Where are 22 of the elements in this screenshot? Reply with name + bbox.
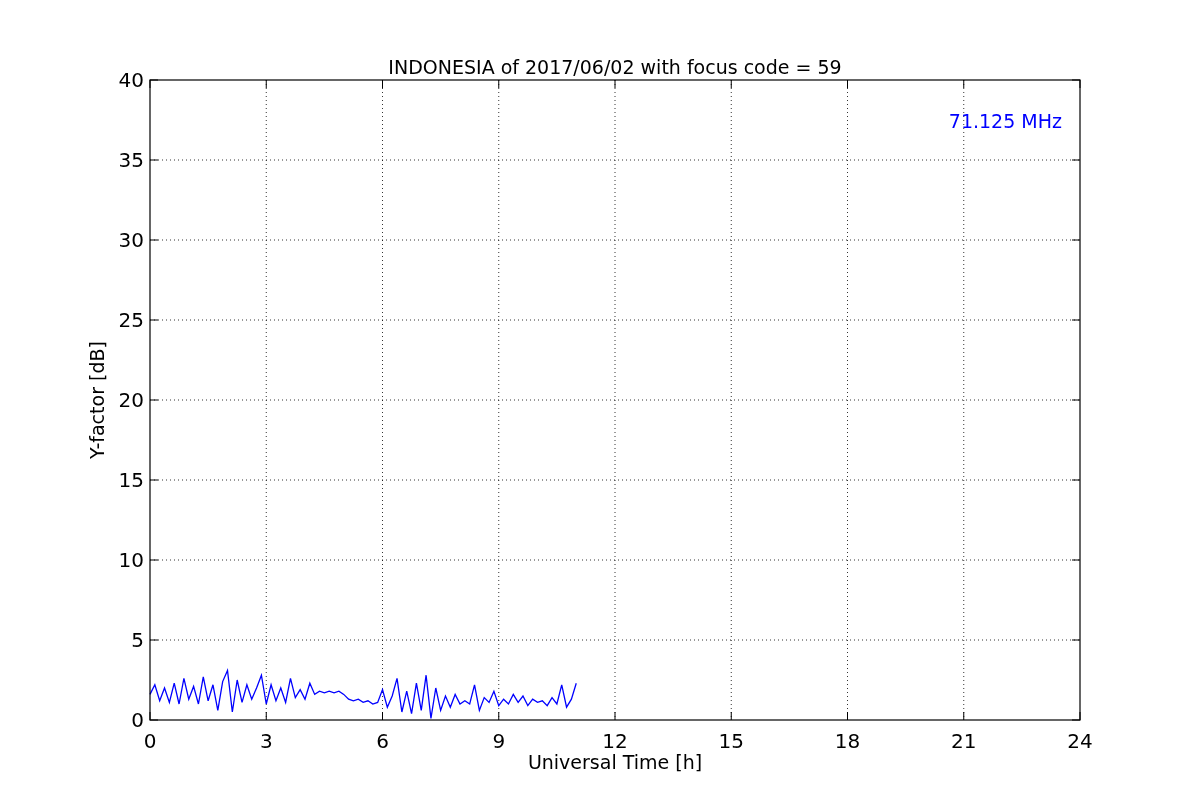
y-tick-label: 40 [118,68,144,92]
x-tick-label: 15 [718,729,744,753]
y-tick-label: 25 [118,308,144,332]
x-tick-label: 21 [951,729,977,753]
y-tick-label: 0 [131,708,144,732]
x-tick-label: 3 [259,729,273,753]
x-tick-label: 6 [376,729,389,753]
y-tick-label: 30 [118,228,144,252]
y-tick-label: 35 [118,148,144,172]
x-axis-label: Universal Time [h] [527,751,703,773]
y-tick-label: 10 [118,548,144,572]
chart-title: INDONESIA of 2017/06/02 with focus code = 59 [388,56,842,78]
x-tick-label: 0 [143,729,157,753]
x-tick-label: 18 [834,729,861,753]
series-label: 71.125 MHz [948,110,1062,132]
y-tick-label: 15 [118,468,144,492]
y-tick-label: 5 [131,628,144,652]
x-tick-label: 12 [602,729,628,753]
y-axis-label: Y-factor [dB] [86,341,108,459]
y-tick-label: 20 [118,388,144,412]
x-tick-label: 24 [1067,729,1093,753]
x-tick-label: 9 [492,729,506,753]
